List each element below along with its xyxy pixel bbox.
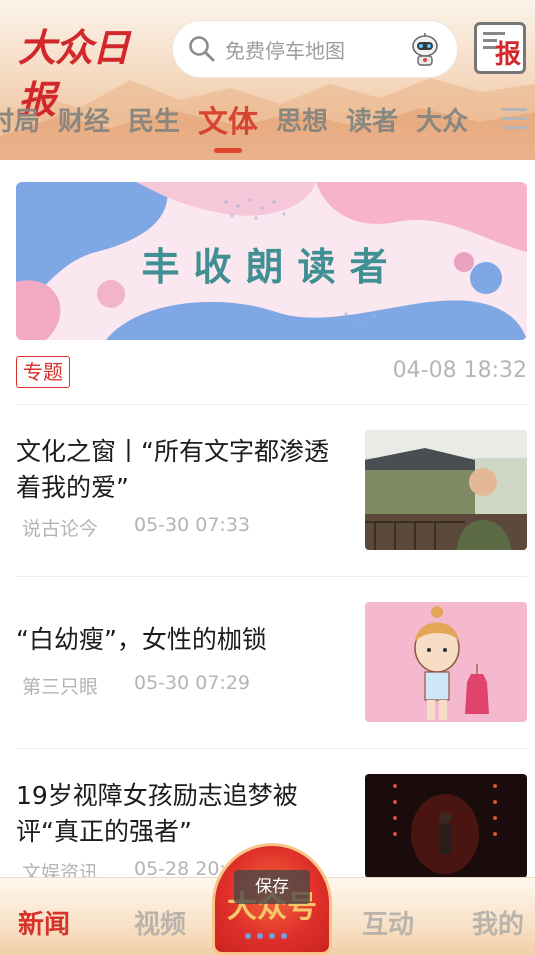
paper-button-label: 报 xyxy=(494,40,521,70)
nav-video[interactable]: 视频 xyxy=(134,904,186,941)
news-title[interactable]: 文化之窗丨“所有文字都渗透着我的爱” xyxy=(16,434,346,506)
tab-wenti[interactable]: 文体 xyxy=(198,97,258,153)
divider xyxy=(16,404,527,405)
news-time: 05-30 07:29 xyxy=(134,672,251,694)
nav-news[interactable]: 新闻 xyxy=(18,904,70,941)
news-item[interactable]: 文化之窗丨“所有文字都渗透着我的爱” 说古论今 05-30 07:33 xyxy=(16,430,527,560)
news-time: 05-30 07:33 xyxy=(134,514,251,536)
tab-sixiang[interactable]: 思想 xyxy=(276,101,328,138)
tab-shiju[interactable]: 时局 xyxy=(0,101,40,138)
search-icon xyxy=(189,36,215,62)
center-button-dots xyxy=(245,924,293,943)
tab-minsheng[interactable]: 民生 xyxy=(128,101,180,138)
news-source: 说古论今 xyxy=(22,518,99,540)
news-title[interactable]: “白幼瘦”，女性的枷锁 xyxy=(16,622,346,658)
divider xyxy=(16,748,527,749)
tab-duzhe[interactable]: 读者 xyxy=(346,101,398,138)
news-item[interactable]: “白幼瘦”，女性的枷锁 第三只眼 05-30 07:29 xyxy=(16,602,527,724)
nav-interaction[interactable]: 互动 xyxy=(362,904,414,941)
channel-tabs: 时局 财经 民生 文体 思想 读者 大众 xyxy=(0,96,486,153)
girl-cartoon-illustration xyxy=(365,602,527,722)
save-toast: 保存 xyxy=(234,870,310,904)
e-paper-button[interactable]: 报 xyxy=(474,22,526,74)
robot-assistant-icon[interactable] xyxy=(407,32,443,68)
tab-dazhong[interactable]: 大众 xyxy=(416,101,468,138)
tab-caijing[interactable]: 财经 xyxy=(58,101,110,138)
banner-meta: 专题 04-08 18:32 xyxy=(16,356,527,390)
banner-time: 04-08 18:32 xyxy=(392,358,527,383)
search-placeholder: 免费停车地图 xyxy=(225,38,345,63)
app-header: 大众日报 免费停车地图 报 时局 财经 民生 文体 思想 读者 大众 xyxy=(0,0,535,160)
search-bar[interactable]: 免费停车地图 xyxy=(172,20,458,78)
news-thumbnail[interactable] xyxy=(365,774,527,878)
feature-banner[interactable]: 丰收朗读者 xyxy=(16,182,527,340)
divider xyxy=(16,576,527,577)
news-thumbnail[interactable] xyxy=(365,430,527,550)
nav-mine[interactable]: 我的 xyxy=(472,904,524,941)
man-in-garden-photo xyxy=(365,430,527,550)
news-source: 第三只眼 xyxy=(22,676,99,698)
news-title[interactable]: 19岁视障女孩励志追梦被评“真正的强者” xyxy=(16,778,346,850)
banner-title: 丰收朗读者 xyxy=(141,244,402,289)
newspaper-logo[interactable]: 大众日报 xyxy=(18,22,158,122)
news-thumbnail[interactable] xyxy=(365,602,527,722)
topic-tag[interactable]: 专题 xyxy=(16,356,70,388)
channel-menu-icon[interactable] xyxy=(501,108,527,130)
stage-performance-photo xyxy=(365,774,527,878)
